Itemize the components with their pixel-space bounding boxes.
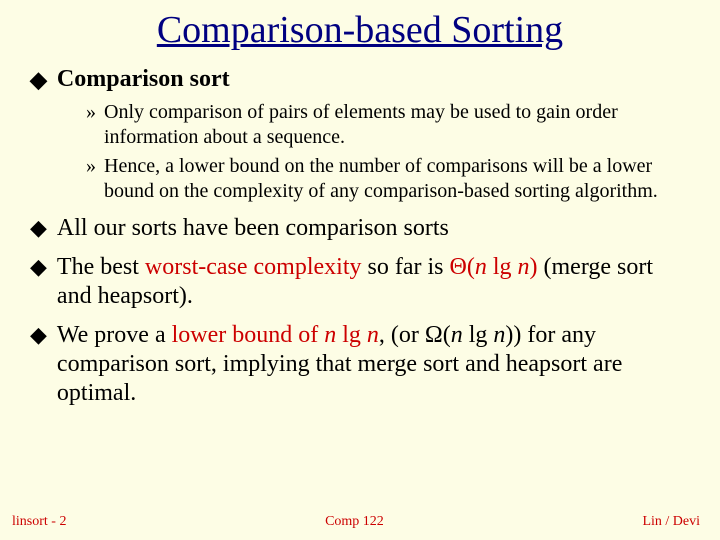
- t: lg: [463, 322, 494, 348]
- section-heading-text: Comparison sort: [57, 66, 230, 93]
- bullet-text: The best worst-case complexity so far is…: [57, 253, 690, 311]
- t: We prove a: [57, 322, 172, 348]
- subpoint-text: Hence, a lower bound on the number of co…: [104, 154, 690, 204]
- footer-right: Lin / Devi: [642, 514, 700, 530]
- footer-left: linsort - 2: [12, 514, 66, 530]
- bullet-2: ◆ The best worst-case complexity so far …: [30, 253, 690, 311]
- t: n: [324, 322, 336, 348]
- t: lg: [336, 322, 367, 348]
- subpoint: » Hence, a lower bound on the number of …: [86, 154, 690, 204]
- bullet-text: We prove a lower bound of n lg n, (or Ω(…: [57, 321, 690, 408]
- t: so far is: [362, 254, 450, 280]
- bullet-icon: ◆: [30, 253, 47, 311]
- bullet-icon: ◆: [30, 214, 47, 243]
- t: n: [518, 254, 530, 280]
- footer-center: Comp 122: [66, 514, 642, 530]
- t: n: [451, 322, 463, 348]
- t: Θ(: [450, 254, 475, 280]
- page-title: Comparison-based Sorting: [30, 8, 690, 52]
- bullet-icon: ◆: [30, 321, 47, 408]
- t: The best: [57, 254, 145, 280]
- slide: Comparison-based Sorting ◆ Comparison so…: [0, 0, 720, 540]
- t: n: [493, 322, 505, 348]
- raquo-icon: »: [86, 100, 96, 150]
- raquo-icon: »: [86, 154, 96, 204]
- section-heading: ◆ Comparison sort: [30, 66, 690, 94]
- t: lg: [487, 254, 518, 280]
- subpoint-text: Only comparison of pairs of elements may…: [104, 100, 690, 150]
- t: lower bound of: [172, 322, 325, 348]
- t: worst-case complexity: [145, 254, 362, 280]
- t: ): [530, 254, 538, 280]
- bullet-text: All our sorts have been comparison sorts: [57, 214, 690, 243]
- bullet-3: ◆ We prove a lower bound of n lg n, (or …: [30, 321, 690, 408]
- subpoint: » Only comparison of pairs of elements m…: [86, 100, 690, 150]
- t: n: [475, 254, 487, 280]
- bullet-1: ◆ All our sorts have been comparison sor…: [30, 214, 690, 243]
- bullet-icon: ◆: [30, 66, 47, 94]
- footer: linsort - 2 Comp 122 Lin / Devi: [0, 514, 720, 530]
- t: , (or Ω(: [379, 322, 451, 348]
- t: n: [367, 322, 379, 348]
